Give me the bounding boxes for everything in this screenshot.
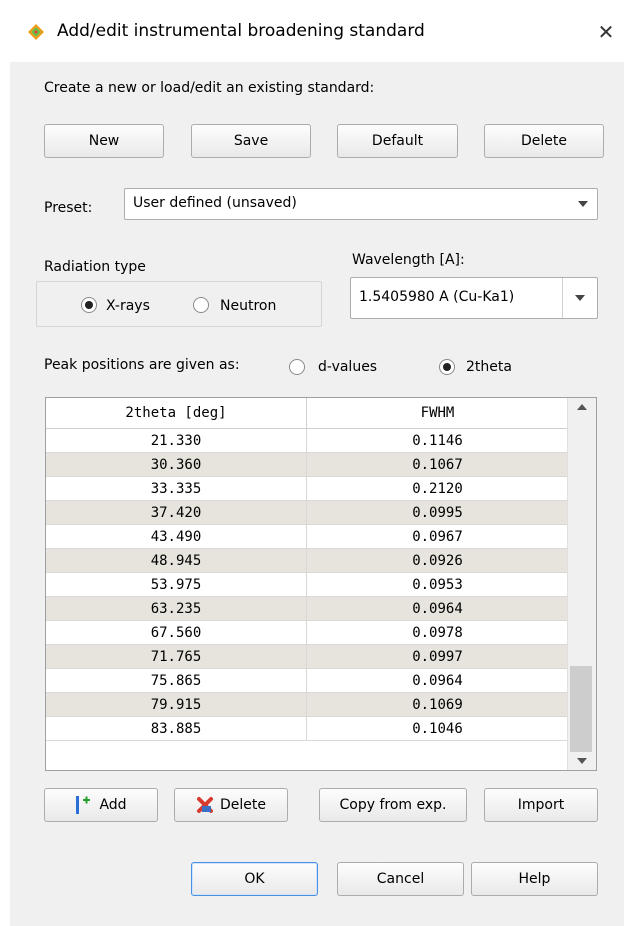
- app-diamond-icon: [28, 24, 44, 40]
- cell-2theta[interactable]: 21.330: [46, 429, 307, 453]
- new-button-label: New: [88, 133, 120, 149]
- cell-2theta[interactable]: 43.490: [46, 525, 307, 549]
- cell-2theta[interactable]: 30.360: [46, 453, 307, 477]
- neutron-radio[interactable]: [193, 297, 209, 313]
- cell-fwhm[interactable]: 0.0964: [307, 597, 568, 621]
- cell-2theta[interactable]: 71.765: [46, 645, 307, 669]
- copy-from-exp-button[interactable]: Copy from exp.: [319, 788, 467, 822]
- wavelength-label: Wavelength [A]:: [352, 252, 465, 268]
- cell-2theta[interactable]: 33.335: [46, 477, 307, 501]
- delete-x-icon: [197, 797, 213, 813]
- wavelength-dropdown[interactable]: 1.5405980 A (Cu-Ka1): [350, 277, 598, 319]
- cell-2theta[interactable]: 79.915: [46, 693, 307, 717]
- scrollbar-thumb[interactable]: [570, 666, 592, 752]
- cell-fwhm[interactable]: 0.0995: [307, 501, 568, 525]
- cell-fwhm[interactable]: 0.1146: [307, 429, 568, 453]
- cell-fwhm[interactable]: 0.2120: [307, 477, 568, 501]
- table-row[interactable]: 30.360 0.1067: [46, 453, 568, 477]
- preset-value: User defined (unsaved): [133, 195, 297, 211]
- cancel-button[interactable]: Cancel: [337, 862, 464, 896]
- table-row[interactable]: 53.975 0.0953: [46, 573, 568, 597]
- copy-from-exp-button-label: Copy from exp.: [339, 797, 447, 813]
- neutron-radio-label[interactable]: Neutron: [220, 298, 276, 314]
- table-row[interactable]: 75.865 0.0964: [46, 669, 568, 693]
- scroll-down-arrow-icon[interactable]: [568, 752, 596, 770]
- save-button-label: Save: [233, 133, 269, 149]
- delete-standard-button[interactable]: Delete: [484, 124, 604, 158]
- cell-2theta[interactable]: 83.885: [46, 717, 307, 741]
- import-button-label: Import: [517, 797, 565, 813]
- cell-fwhm[interactable]: 0.0926: [307, 549, 568, 573]
- cell-2theta[interactable]: 67.560: [46, 621, 307, 645]
- chevron-down-icon[interactable]: [562, 278, 597, 318]
- default-button[interactable]: Default: [337, 124, 458, 158]
- preset-dropdown[interactable]: User defined (unsaved): [124, 188, 598, 220]
- table-row[interactable]: 33.335 0.2120: [46, 477, 568, 501]
- dvalues-radio[interactable]: [289, 359, 305, 375]
- default-button-label: Default: [371, 133, 424, 149]
- ok-button[interactable]: OK: [191, 862, 318, 896]
- save-button[interactable]: Save: [191, 124, 311, 158]
- cell-fwhm[interactable]: 0.1069: [307, 693, 568, 717]
- table-row[interactable]: 43.490 0.0967: [46, 525, 568, 549]
- table-row[interactable]: 21.330 0.1146: [46, 429, 568, 453]
- import-button[interactable]: Import: [484, 788, 598, 822]
- cell-fwhm[interactable]: 0.0978: [307, 621, 568, 645]
- table-row[interactable]: 83.885 0.1046: [46, 717, 568, 741]
- delete-row-button[interactable]: Delete: [174, 788, 288, 822]
- dvalues-radio-label[interactable]: d-values: [318, 359, 377, 375]
- cell-fwhm[interactable]: 0.0967: [307, 525, 568, 549]
- column-header-2theta[interactable]: 2theta [deg]: [46, 398, 307, 428]
- help-button[interactable]: Help: [471, 862, 598, 896]
- cell-fwhm[interactable]: 0.0997: [307, 645, 568, 669]
- new-button[interactable]: New: [44, 124, 164, 158]
- table-body: 21.330 0.1146 30.360 0.1067 33.335 0.212…: [46, 429, 568, 770]
- column-header-fwhm[interactable]: FWHM: [307, 398, 568, 428]
- add-row-button-label: Add: [99, 797, 127, 813]
- help-button-label: Help: [518, 871, 551, 887]
- radiation-type-label: Radiation type: [44, 259, 146, 275]
- table-row[interactable]: 48.945 0.0926: [46, 549, 568, 573]
- add-row-button[interactable]: Add: [44, 788, 158, 822]
- table-row[interactable]: 37.420 0.0995: [46, 501, 568, 525]
- 2theta-radio[interactable]: [439, 359, 455, 375]
- cell-2theta[interactable]: 75.865: [46, 669, 307, 693]
- xrays-radio-label[interactable]: X-rays: [106, 298, 150, 314]
- table-header: 2theta [deg] FWHM: [46, 398, 568, 429]
- intro-label: Create a new or load/edit an existing st…: [44, 80, 375, 96]
- close-icon[interactable]: ✕: [596, 22, 616, 42]
- cell-2theta[interactable]: 48.945: [46, 549, 307, 573]
- radiation-type-group: [36, 281, 322, 327]
- window-title: Add/edit instrumental broadening standar…: [57, 21, 425, 41]
- table-row[interactable]: 63.235 0.0964: [46, 597, 568, 621]
- 2theta-radio-label[interactable]: 2theta: [466, 359, 512, 375]
- add-icon: [76, 796, 91, 814]
- delete-standard-button-label: Delete: [521, 133, 567, 149]
- cancel-button-label: Cancel: [376, 871, 425, 887]
- title-bar: Add/edit instrumental broadening standar…: [0, 0, 624, 62]
- xrays-radio[interactable]: [81, 297, 97, 313]
- cell-fwhm[interactable]: 0.1067: [307, 453, 568, 477]
- cell-fwhm[interactable]: 0.0964: [307, 669, 568, 693]
- peak-table[interactable]: 2theta [deg] FWHM 21.330 0.1146 30.360 0…: [45, 397, 597, 771]
- chevron-down-icon: [569, 189, 597, 219]
- preset-label: Preset:: [44, 200, 93, 216]
- cell-2theta[interactable]: 37.420: [46, 501, 307, 525]
- scroll-up-arrow-icon[interactable]: [568, 398, 596, 416]
- cell-2theta[interactable]: 53.975: [46, 573, 307, 597]
- table-row[interactable]: 67.560 0.0978: [46, 621, 568, 645]
- ok-button-label: OK: [244, 871, 265, 887]
- table-scrollbar[interactable]: [567, 398, 596, 770]
- delete-row-button-label: Delete: [220, 797, 266, 813]
- wavelength-value: 1.5405980 A (Cu-Ka1): [359, 289, 515, 305]
- cell-2theta[interactable]: 63.235: [46, 597, 307, 621]
- cell-fwhm[interactable]: 0.1046: [307, 717, 568, 741]
- table-row[interactable]: 79.915 0.1069: [46, 693, 568, 717]
- table-row[interactable]: 71.765 0.0997: [46, 645, 568, 669]
- peak-positions-label: Peak positions are given as:: [44, 357, 240, 373]
- cell-fwhm[interactable]: 0.0953: [307, 573, 568, 597]
